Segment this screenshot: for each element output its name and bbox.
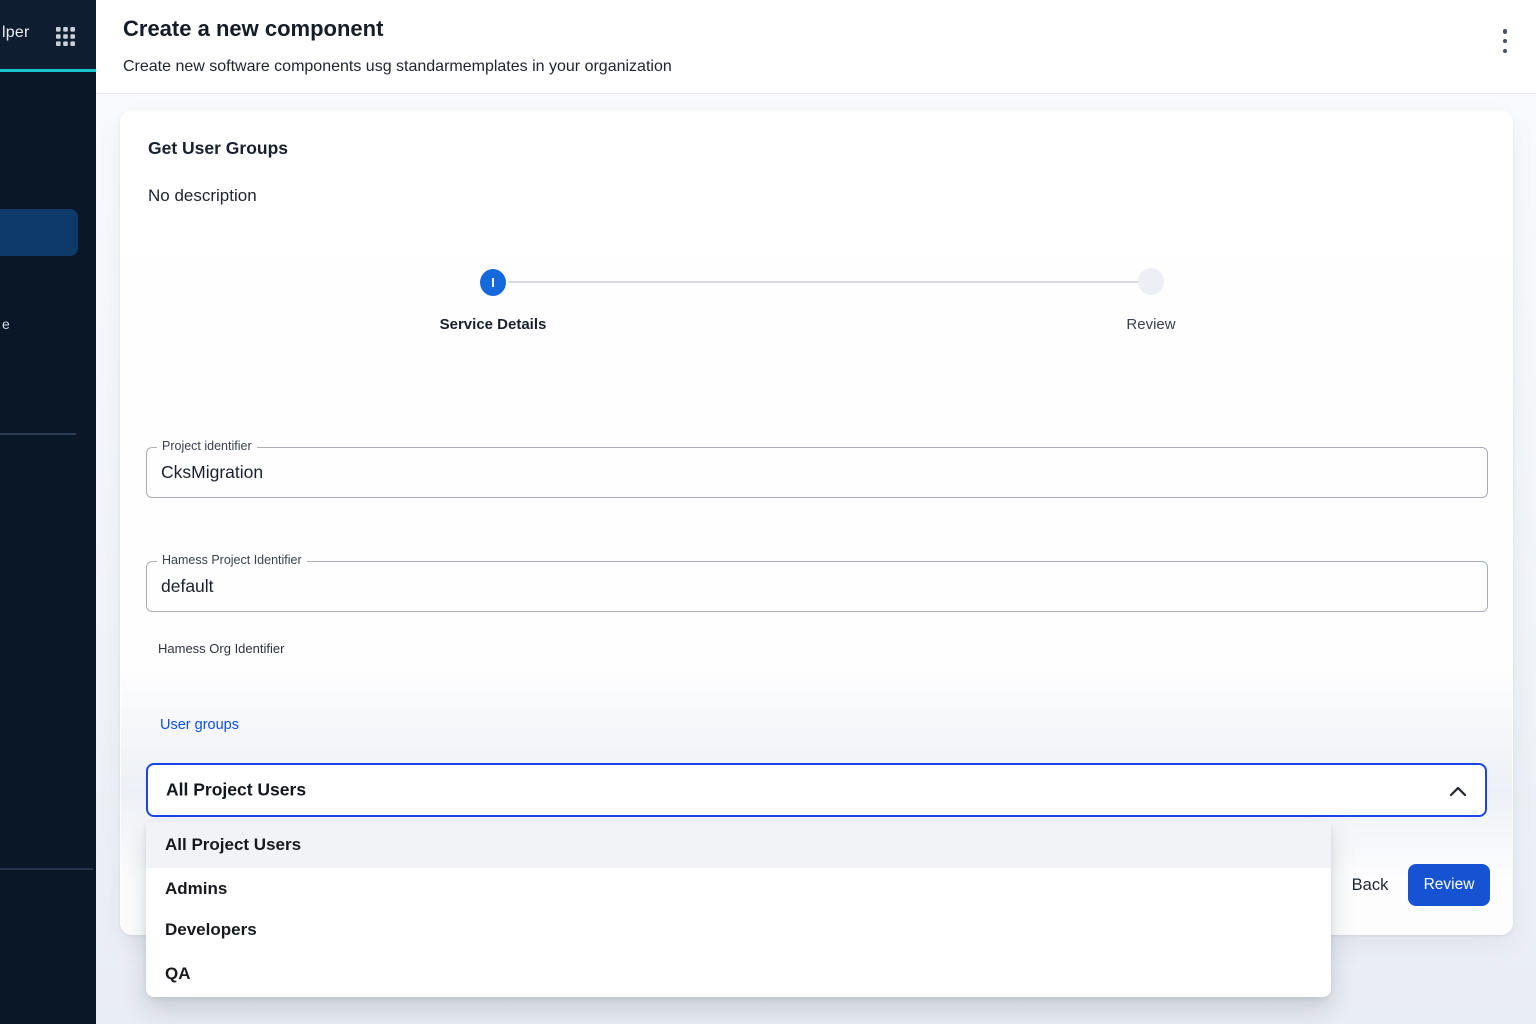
back-button[interactable]: Back <box>1338 864 1402 906</box>
step-title: Get User Groups <box>148 138 288 159</box>
stepper-step-2-circle[interactable] <box>1138 268 1164 295</box>
project-identifier-input[interactable] <box>161 448 1461 497</box>
stepper-step-1-indicator: I <box>491 275 495 290</box>
dropdown-selected-value: All Project Users <box>166 780 306 801</box>
kebab-menu-icon[interactable] <box>1500 29 1510 53</box>
project-identifier-field: Project identifier <box>146 447 1488 498</box>
step-description: No description <box>148 186 257 206</box>
dropdown-option-admins[interactable]: Admins <box>146 868 1331 909</box>
sidebar-header: lper <box>0 0 96 72</box>
sidebar-item-selected[interactable] <box>0 209 78 256</box>
page-header: Create a new component Create new softwa… <box>96 0 1536 94</box>
sidebar-divider <box>0 433 76 435</box>
stepper-step-1-label: Service Details <box>393 316 593 333</box>
sidebar: lper e <box>0 0 96 1024</box>
chevron-up-icon <box>1449 784 1467 796</box>
review-button[interactable]: Review <box>1408 864 1490 906</box>
page-title: Create a new component <box>123 16 383 42</box>
harness-project-identifier-field: Hamess Project Identifier <box>146 561 1488 612</box>
dropdown-menu: All Project Users Admins Developers QA <box>146 822 1331 997</box>
stepper-step-1-circle[interactable]: I <box>480 269 506 296</box>
brand-text: lper <box>2 24 29 42</box>
page-subtitle: Create new software components usg stand… <box>123 58 672 76</box>
sidebar-item-truncated[interactable]: e <box>2 316 10 332</box>
harness-org-identifier-label: Hamess Org Identifier <box>158 641 284 656</box>
stepper-connector <box>508 281 1138 283</box>
wizard-card: Get User Groups No description I Service… <box>120 110 1513 935</box>
user-groups-dropdown[interactable]: All Project Users <box>146 763 1487 817</box>
dropdown-option-developers[interactable]: Developers <box>146 909 1331 951</box>
dropdown-option-all-project-users[interactable]: All Project Users <box>146 822 1331 868</box>
sidebar-divider <box>0 868 93 870</box>
user-groups-link[interactable]: User groups <box>160 717 239 733</box>
harness-project-identifier-input[interactable] <box>161 562 1461 611</box>
dropdown-option-qa[interactable]: QA <box>146 951 1331 997</box>
grid-apps-icon[interactable] <box>56 27 75 46</box>
stepper-step-2-label: Review <box>1051 316 1251 333</box>
